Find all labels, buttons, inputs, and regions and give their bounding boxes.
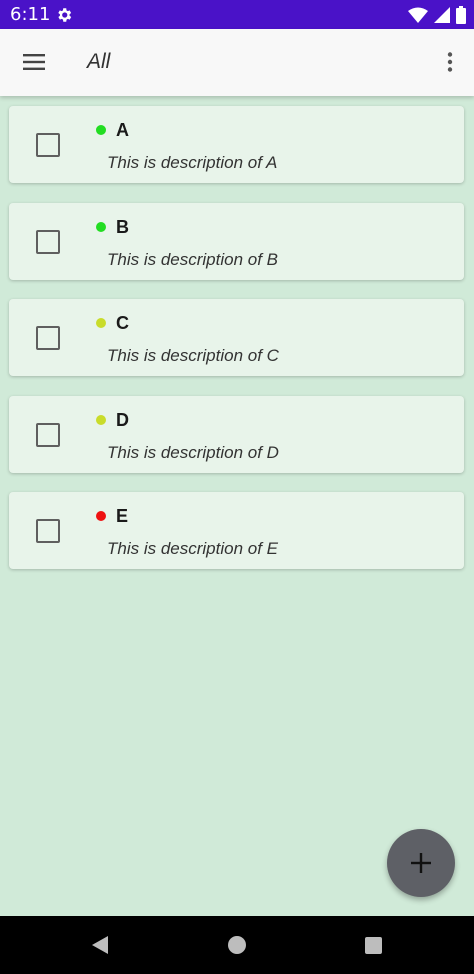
priority-dot bbox=[96, 415, 106, 425]
task-description: This is description of C bbox=[107, 346, 279, 365]
task-title: C bbox=[116, 313, 129, 333]
more-vert-icon bbox=[447, 52, 453, 72]
task-checkbox[interactable] bbox=[36, 326, 60, 350]
task-description: This is description of A bbox=[107, 153, 278, 172]
task-title: D bbox=[116, 410, 129, 430]
recents-icon[interactable] bbox=[365, 937, 382, 954]
task-card[interactable]: B This is description of B bbox=[9, 203, 464, 280]
task-card[interactable]: E This is description of E bbox=[9, 492, 464, 569]
cellular-icon bbox=[434, 7, 450, 23]
status-time: 6:11 bbox=[10, 4, 51, 25]
priority-dot bbox=[96, 222, 106, 232]
task-description: This is description of D bbox=[107, 443, 279, 462]
task-card[interactable]: D This is description of D bbox=[9, 396, 464, 473]
priority-dot bbox=[96, 125, 106, 135]
task-card[interactable]: C This is description of C bbox=[9, 299, 464, 376]
task-checkbox[interactable] bbox=[36, 230, 60, 254]
status-icons bbox=[408, 5, 466, 25]
priority-dot bbox=[96, 318, 106, 328]
task-checkbox[interactable] bbox=[36, 519, 60, 543]
task-title: A bbox=[116, 120, 129, 140]
task-checkbox[interactable] bbox=[36, 423, 60, 447]
task-title: B bbox=[116, 217, 129, 237]
app-bar: All bbox=[0, 29, 474, 96]
menu-button[interactable] bbox=[13, 41, 55, 83]
task-description: This is description of E bbox=[107, 539, 279, 558]
task-checkbox[interactable] bbox=[36, 133, 60, 157]
navigation-bar bbox=[0, 916, 474, 974]
wifi-icon bbox=[408, 7, 428, 23]
home-icon[interactable] bbox=[228, 936, 246, 954]
task-title: E bbox=[116, 506, 129, 526]
page-title: All bbox=[87, 50, 111, 73]
overflow-menu-button[interactable] bbox=[442, 41, 458, 83]
task-card[interactable]: A This is description of A bbox=[9, 106, 464, 183]
gear-icon bbox=[58, 8, 72, 22]
task-description: This is description of B bbox=[107, 250, 279, 269]
plus-icon bbox=[411, 853, 431, 873]
priority-dot bbox=[96, 511, 106, 521]
battery-icon bbox=[456, 6, 466, 24]
status-bar: 6:11 bbox=[0, 0, 474, 29]
add-task-button[interactable] bbox=[387, 829, 455, 897]
hamburger-menu-icon bbox=[23, 54, 45, 70]
back-icon[interactable] bbox=[90, 935, 110, 955]
